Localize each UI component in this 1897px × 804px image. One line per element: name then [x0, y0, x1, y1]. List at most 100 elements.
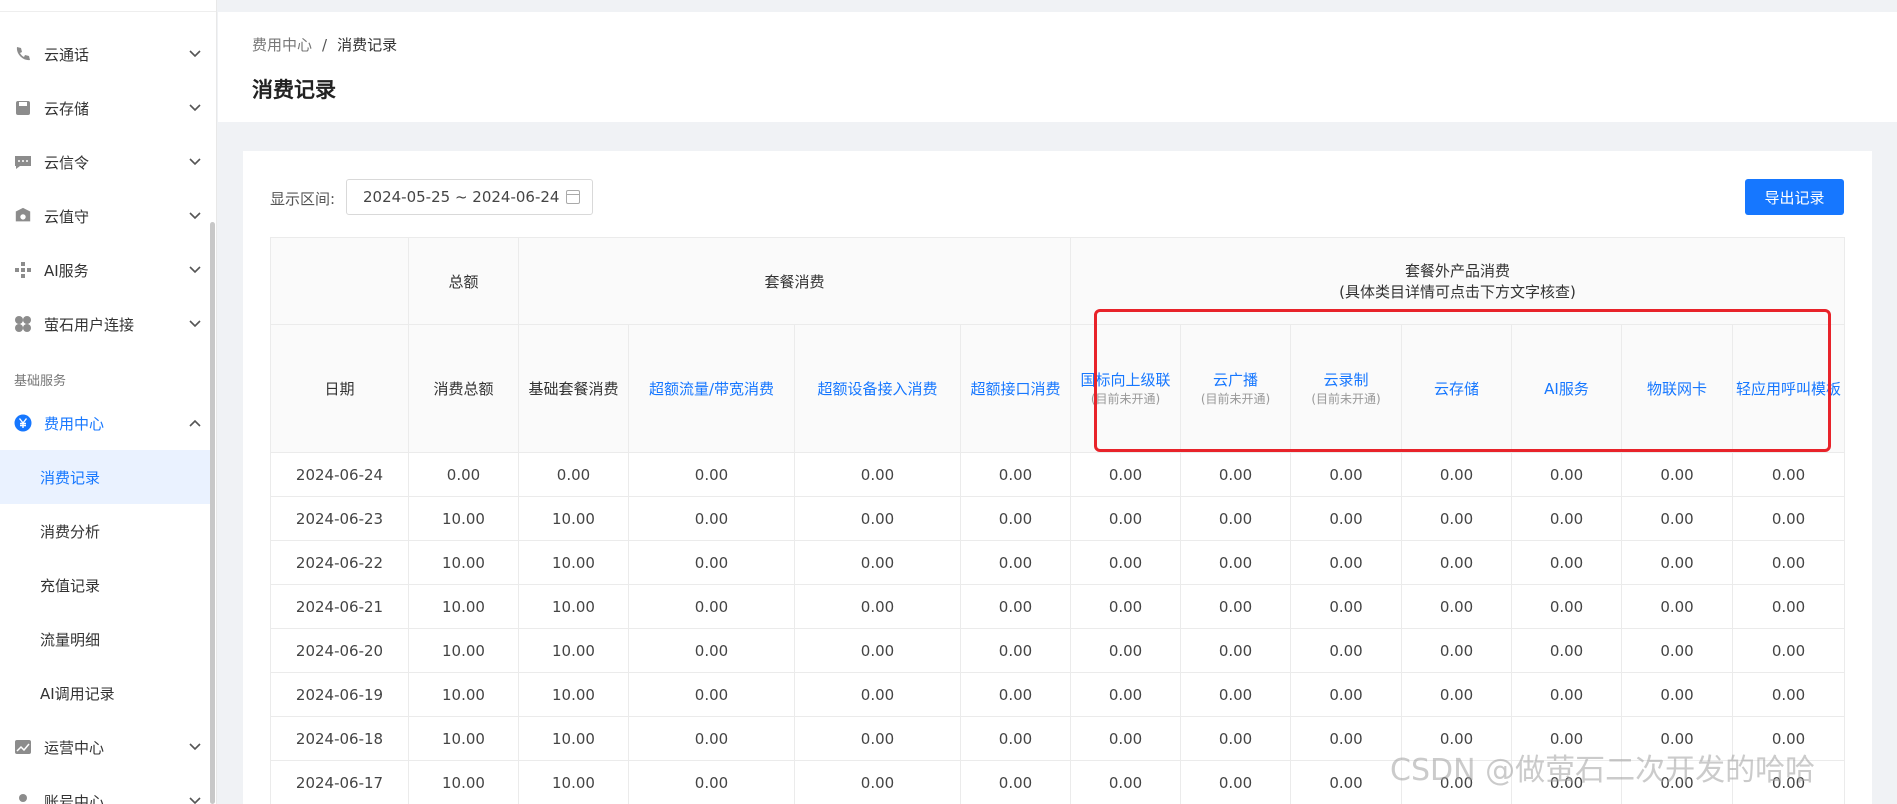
header-group-extra-title: 套餐外产品消费: [1405, 262, 1511, 280]
sidebar-item-operations[interactable]: 运营中心: [0, 720, 210, 774]
header-group-extra-hint: (具体类目详情可点击下方文字核查): [1339, 283, 1576, 301]
chevron-down-icon: [180, 797, 210, 804]
table-cell-amount: 0.00: [628, 496, 795, 541]
sidebar-item-label: 云值守: [44, 207, 90, 226]
sidebar-item-cloud-call[interactable]: 云通话: [0, 27, 210, 81]
sidebar-item-cloud-guard[interactable]: 云值守: [0, 189, 210, 243]
date-range-picker[interactable]: 2024-05-25 ~ 2024-06-24: [346, 179, 593, 215]
table-cell-date: 2024-06-24: [270, 452, 409, 497]
sidebar-item-cloud-storage[interactable]: 云存储: [0, 81, 210, 135]
breadcrumb-root[interactable]: 费用中心: [252, 36, 312, 54]
table-cell-date: 2024-06-18: [270, 716, 409, 761]
col-overflow-link[interactable]: 超额流量/带宽消费: [628, 324, 795, 453]
table-cell-date: 2024-06-20: [270, 628, 409, 673]
table-cell-amount: 0.00: [1621, 496, 1734, 541]
sidebar-subitem-traffic-details[interactable]: 流量明细: [0, 612, 210, 666]
table-cell-amount: 0.00: [1290, 716, 1403, 761]
table-cell-amount: 0.00: [1070, 584, 1182, 629]
table-cell-amount: 10.00: [408, 628, 519, 673]
col-cascade-note: (目前未开通): [1090, 392, 1161, 407]
table-cell-amount: 10.00: [408, 760, 519, 804]
table-row: 2024-06-22 10.00 10.00 0.00 0.00 0.00 0.00 0.00…: [270, 540, 1846, 585]
table-cell-amount: 0.00: [1180, 540, 1292, 585]
table-cell-amount: 0.00: [1511, 452, 1623, 497]
table-cell-amount: 0.00: [794, 716, 961, 761]
sidebar-item-account[interactable]: 账号中心: [0, 774, 210, 804]
sidebar-item-billing[interactable]: 费用中心: [0, 396, 210, 450]
chevron-up-icon: [180, 419, 210, 427]
table-cell-amount: 0.00: [1180, 760, 1292, 804]
table-cell-amount: 0.00: [628, 716, 795, 761]
table-cell-amount: 0.00: [794, 496, 961, 541]
table-cell-amount: 0.00: [1732, 584, 1846, 629]
col-broadcast-link[interactable]: 云广播 (目前未开通): [1180, 324, 1292, 453]
table-row: 2024-06-24 0.00 0.00 0.00 0.00 0.00 0.00 0.00 0.…: [270, 452, 1846, 497]
table-cell-amount: 0.00: [1401, 584, 1513, 629]
table-cell-amount: 0.00: [1290, 452, 1403, 497]
page-title: 消费记录: [252, 78, 336, 102]
chevron-down-icon: [180, 158, 210, 166]
table-cell-amount: 0.00: [628, 540, 795, 585]
chevron-down-icon: [180, 320, 210, 328]
header-group-package: 套餐消费: [517, 237, 1072, 325]
sidebar-subitem-recharge-records[interactable]: 充值记录: [0, 558, 210, 612]
table-row: 2024-06-20 10.00 10.00 0.00 0.00 0.00 0.00 0.00…: [270, 628, 1846, 673]
sidebar-item-ai-service[interactable]: AI服务: [0, 243, 210, 297]
sidebar-item-user-connect[interactable]: 萤石用户连接: [0, 297, 210, 351]
table-cell-amount: 0.00: [628, 584, 795, 629]
table-cell-amount: 10.00: [518, 584, 629, 629]
table-cell-date: 2024-06-22: [270, 540, 409, 585]
table-cell-amount: 0.00: [628, 760, 795, 804]
col-storage-link[interactable]: 云存储: [1401, 324, 1513, 453]
table-cell-amount: 0.00: [1732, 628, 1846, 673]
sidebar-item-cloud-signal[interactable]: 云信令: [0, 135, 210, 189]
breadcrumb-current: 消费记录: [337, 36, 398, 54]
sidebar-subitem-consumption-records[interactable]: 消费记录: [0, 450, 210, 504]
table-cell-amount: 0.00: [628, 628, 795, 673]
chevron-down-icon: [180, 50, 210, 58]
table-cell-amount: 0.00: [1180, 496, 1292, 541]
export-records-button[interactable]: 导出记录: [1745, 179, 1844, 215]
col-base: 基础套餐消费: [518, 324, 629, 453]
sidebar-item-label: 云存储: [44, 99, 90, 118]
col-cascade-link[interactable]: 国标向上级联 (目前未开通): [1070, 324, 1182, 453]
user-icon: [14, 792, 32, 804]
table-cell-amount: 0.00: [1732, 452, 1846, 497]
table-cell-amount: 0.00: [1070, 628, 1182, 673]
table-cell-amount: 0.00: [1621, 540, 1734, 585]
table-row: 2024-06-19 10.00 10.00 0.00 0.00 0.00 0.00 0.00…: [270, 672, 1846, 717]
table-cell-amount: 0.00: [1180, 584, 1292, 629]
table-cell-amount: 0.00: [1070, 760, 1182, 804]
col-call-template-link[interactable]: 轻应用呼叫模板: [1732, 324, 1846, 453]
storage-icon: [14, 99, 32, 117]
table-cell-amount: 0.00: [1401, 496, 1513, 541]
table-cell-amount: 0.00: [1401, 628, 1513, 673]
col-record-link[interactable]: 云录制 (目前未开通): [1290, 324, 1403, 453]
table-cell-amount: 0.00: [1070, 672, 1182, 717]
table-cell-amount: 0.00: [959, 496, 1072, 541]
table-cell-amount: 0.00: [408, 452, 519, 497]
breadcrumb: 费用中心 / 消费记录: [252, 34, 397, 55]
table-cell-amount: 0.00: [794, 540, 961, 585]
sidebar-item-label: 云信令: [44, 153, 90, 172]
table-cell-date: 2024-06-17: [270, 760, 409, 804]
records-card: 显示区间: 2024-05-25 ~ 2024-06-24 导出记录 总额 套餐…: [243, 151, 1872, 804]
col-device-link[interactable]: 超额设备接入消费: [794, 324, 961, 453]
table-cell-amount: 10.00: [518, 496, 629, 541]
table-cell-amount: 0.00: [1070, 716, 1182, 761]
sidebar-item-label: 运营中心: [44, 738, 105, 757]
col-api-link[interactable]: 超额接口消费: [959, 324, 1072, 453]
col-iot-link[interactable]: 物联网卡: [1621, 324, 1734, 453]
sidebar-subitem-consumption-analysis[interactable]: 消费分析: [0, 504, 210, 558]
table-cell-amount: 0.00: [959, 760, 1072, 804]
col-record-label: 云录制: [1323, 371, 1369, 390]
sidebar-subitem-ai-call-records[interactable]: AI调用记录: [0, 666, 210, 720]
sidebar-scrollbar[interactable]: [210, 222, 215, 804]
table-cell-amount: 0.00: [959, 452, 1072, 497]
breadcrumb-separator: /: [322, 36, 328, 54]
sidebar: 云通话 云存储 云信令 云值守 AI服务 萤石用户连接 基础服务 费用中心 消费…: [0, 0, 217, 804]
col-ai-link[interactable]: AI服务: [1511, 324, 1623, 453]
table-cell-amount: 10.00: [518, 672, 629, 717]
sidebar-item-label: 费用中心: [44, 414, 105, 433]
table-cell-amount: 0.00: [1732, 496, 1846, 541]
